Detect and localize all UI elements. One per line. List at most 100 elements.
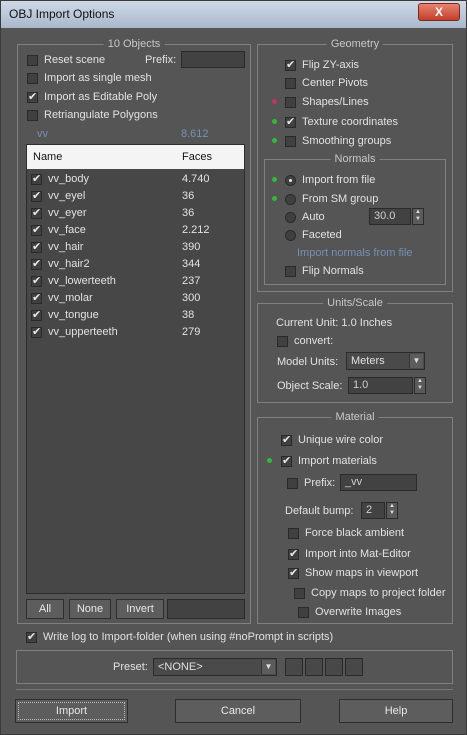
single-mesh-checkbox[interactable]: Import as single mesh bbox=[27, 72, 152, 84]
list-item[interactable]: vv_molar 300 bbox=[31, 291, 241, 307]
default-bump-input[interactable]: 2 bbox=[361, 502, 385, 519]
checkbox-box[interactable] bbox=[294, 587, 305, 599]
select-none-button[interactable]: None bbox=[69, 599, 111, 619]
item-checkbox[interactable] bbox=[31, 206, 42, 219]
column-faces-header[interactable]: Faces bbox=[182, 151, 212, 163]
flip-normals-checkbox[interactable]: Flip Normals bbox=[285, 265, 364, 277]
write-log-checkbox[interactable]: Write log to Import-folder (when using #… bbox=[26, 630, 333, 643]
auto-angle-spinner[interactable]: ▲ ▼ bbox=[412, 208, 424, 225]
checkbox-box[interactable] bbox=[285, 115, 296, 128]
list-item[interactable]: vv_tongue 38 bbox=[31, 308, 241, 324]
item-checkbox[interactable] bbox=[31, 223, 42, 236]
preset-tool-icon[interactable] bbox=[325, 658, 343, 676]
list-item[interactable]: vv_body 4.740 bbox=[31, 172, 241, 188]
model-units-dropdown[interactable]: Meters ▼ bbox=[346, 352, 425, 370]
center-pivots-checkbox[interactable]: Center Pivots bbox=[285, 77, 368, 89]
help-button[interactable]: Help bbox=[339, 699, 453, 723]
checkbox-box[interactable] bbox=[285, 265, 296, 277]
default-bump-spinner[interactable]: ▲ ▼ bbox=[386, 502, 398, 519]
object-list[interactable]: Name Faces vv_body 4.740 vv_eyel 36 vv_e… bbox=[26, 144, 245, 594]
radio-button[interactable] bbox=[285, 211, 296, 223]
list-item[interactable]: vv_face 2.212 bbox=[31, 223, 241, 239]
editable-poly-checkbox[interactable]: Import as Editable Poly bbox=[27, 90, 157, 103]
texture-coords-checkbox[interactable]: Texture coordinates bbox=[285, 115, 398, 128]
convert-units-checkbox[interactable]: convert: bbox=[277, 335, 333, 347]
preset-tool-icon[interactable] bbox=[345, 658, 363, 676]
item-checkbox[interactable] bbox=[31, 291, 42, 304]
list-item[interactable]: vv_hair2 344 bbox=[31, 257, 241, 273]
material-prefix-checkbox[interactable]: Prefix: bbox=[287, 477, 335, 489]
checkbox-box[interactable] bbox=[285, 135, 296, 147]
unique-wire-label: Unique wire color bbox=[298, 434, 383, 446]
show-maps-checkbox[interactable]: Show maps in viewport bbox=[288, 566, 418, 579]
flip-zy-checkbox[interactable]: Flip ZY-axis bbox=[285, 58, 359, 71]
checkbox-box[interactable] bbox=[287, 477, 298, 489]
item-checkbox[interactable] bbox=[31, 325, 42, 338]
chevron-down-icon[interactable]: ▼ bbox=[261, 660, 275, 674]
into-mat-editor-checkbox[interactable]: Import into Mat-Editor bbox=[288, 547, 411, 560]
normals-faceted-radio[interactable]: Faceted bbox=[285, 229, 342, 241]
checkbox-box[interactable] bbox=[277, 335, 288, 347]
auto-angle-input[interactable]: 30.0 bbox=[369, 208, 411, 225]
checkbox-box[interactable] bbox=[285, 96, 296, 108]
overwrite-images-checkbox[interactable]: Overwrite Images bbox=[298, 606, 401, 618]
filter-input[interactable] bbox=[167, 599, 245, 619]
checkbox-box[interactable] bbox=[288, 527, 299, 539]
object-scale-input[interactable]: 1.0 bbox=[348, 377, 413, 394]
preset-tool-icon[interactable] bbox=[305, 658, 323, 676]
checkbox-box[interactable] bbox=[285, 58, 296, 71]
list-item[interactable]: vv_eyer 36 bbox=[31, 206, 241, 222]
column-name-header[interactable]: Name bbox=[33, 151, 62, 163]
import-button[interactable]: Import bbox=[15, 699, 128, 723]
force-black-checkbox[interactable]: Force black ambient bbox=[288, 527, 404, 539]
list-item[interactable]: vv_lowerteeth 237 bbox=[31, 274, 241, 290]
unique-wire-checkbox[interactable]: Unique wire color bbox=[281, 433, 383, 446]
object-scale-spinner[interactable]: ▲ ▼ bbox=[414, 377, 426, 394]
checkbox-box[interactable] bbox=[288, 566, 299, 579]
item-checkbox[interactable] bbox=[31, 172, 42, 185]
checkbox-box[interactable] bbox=[285, 77, 296, 89]
normals-from-file-radio[interactable]: Import from file bbox=[285, 174, 375, 186]
import-materials-checkbox[interactable]: Import materials bbox=[281, 454, 377, 467]
radio-button[interactable] bbox=[285, 174, 296, 186]
preset-dropdown[interactable]: <NONE> ▼ bbox=[153, 658, 277, 676]
checkbox-box[interactable] bbox=[288, 547, 299, 560]
checkbox-box[interactable] bbox=[27, 90, 38, 103]
material-prefix-input[interactable]: _vv bbox=[340, 474, 417, 491]
preset-tools[interactable] bbox=[285, 658, 363, 676]
checkbox-box[interactable] bbox=[27, 72, 38, 84]
cancel-button[interactable]: Cancel bbox=[175, 699, 301, 723]
checkbox-box[interactable] bbox=[281, 454, 292, 467]
shapes-lines-checkbox[interactable]: Shapes/Lines bbox=[285, 96, 369, 108]
item-checkbox[interactable] bbox=[31, 240, 42, 253]
reset-scene-checkbox[interactable]: Reset scene bbox=[27, 54, 105, 66]
item-checkbox[interactable] bbox=[31, 274, 42, 287]
auto-label: Auto bbox=[302, 211, 325, 223]
list-item[interactable]: vv_hair 390 bbox=[31, 240, 241, 256]
checkbox-box[interactable] bbox=[27, 54, 38, 66]
checkbox-box[interactable] bbox=[27, 109, 38, 121]
normals-auto-radio[interactable]: Auto bbox=[285, 211, 325, 223]
item-checkbox[interactable] bbox=[31, 257, 42, 270]
copy-maps-checkbox[interactable]: Copy maps to project folder bbox=[294, 587, 446, 599]
chevron-down-icon[interactable]: ▼ bbox=[409, 354, 423, 368]
checkbox-box[interactable] bbox=[26, 630, 37, 643]
radio-button[interactable] bbox=[285, 229, 296, 241]
item-checkbox[interactable] bbox=[31, 189, 42, 202]
normals-from-sm-radio[interactable]: From SM group bbox=[285, 193, 378, 205]
invert-selection-button[interactable]: Invert bbox=[116, 599, 164, 619]
checkbox-box[interactable] bbox=[298, 606, 309, 618]
list-item[interactable]: vv_upperteeth 279 bbox=[31, 325, 241, 341]
retriangulate-checkbox[interactable]: Retriangulate Polygons bbox=[27, 109, 158, 121]
item-checkbox[interactable] bbox=[31, 308, 42, 321]
list-item[interactable]: vv_eyel 36 bbox=[31, 189, 241, 205]
checkbox-box[interactable] bbox=[281, 433, 292, 446]
close-button[interactable]: X bbox=[418, 3, 460, 21]
title-bar[interactable]: OBJ Import Options X bbox=[1, 1, 466, 28]
select-all-button[interactable]: All bbox=[26, 599, 64, 619]
preset-tool-icon[interactable] bbox=[285, 658, 303, 676]
object-prefix-input[interactable] bbox=[181, 51, 245, 68]
radio-button[interactable] bbox=[285, 193, 296, 205]
current-unit-text: Current Unit: 1.0 Inches bbox=[276, 317, 393, 329]
smoothing-groups-checkbox[interactable]: Smoothing groups bbox=[285, 135, 391, 147]
